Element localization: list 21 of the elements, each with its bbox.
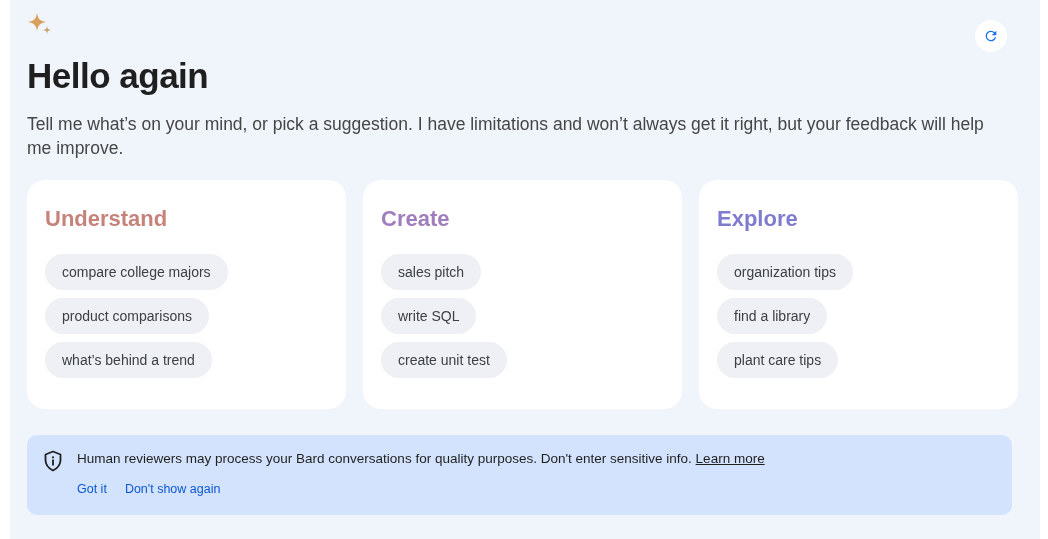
suggestion-chip[interactable]: what’s behind a trend xyxy=(45,342,212,378)
suggestion-chip[interactable]: find a library xyxy=(717,298,828,334)
suggestion-chip[interactable]: sales pitch xyxy=(381,254,482,290)
greeting-subtitle: Tell me what’s on your mind, or pick a suggestion. I have limitations and won’t always get it right, but your feedback will help me improve. xyxy=(27,113,985,160)
suggestion-chip[interactable]: plant care tips xyxy=(717,342,839,378)
notice-action-button[interactable]: Don't show again xyxy=(118,480,227,498)
suggestion-chip[interactable]: write SQL xyxy=(381,298,477,334)
card-title: Understand xyxy=(45,206,169,232)
notice-text: Human reviewers may process your Bard conversations for quality purposes. Don't enter sensitive info. Learn more xyxy=(77,450,765,468)
refresh-button[interactable] xyxy=(975,20,1007,52)
suggestion-chip[interactable]: compare college majors xyxy=(45,254,228,290)
suggestion-chip[interactable]: product comparisons xyxy=(45,298,209,334)
learn-more-link[interactable]: Learn more xyxy=(695,451,765,466)
suggestion-chip[interactable]: create unit test xyxy=(381,342,507,378)
card-title: Explore xyxy=(717,206,799,232)
refresh-icon xyxy=(983,28,999,44)
card-title: Create xyxy=(381,206,451,232)
suggestion-chip[interactable]: organization tips xyxy=(717,254,853,290)
shield-info-icon xyxy=(43,450,63,472)
notice-action-button[interactable]: Got it xyxy=(71,480,113,498)
greeting-title: Hello again xyxy=(27,56,210,96)
